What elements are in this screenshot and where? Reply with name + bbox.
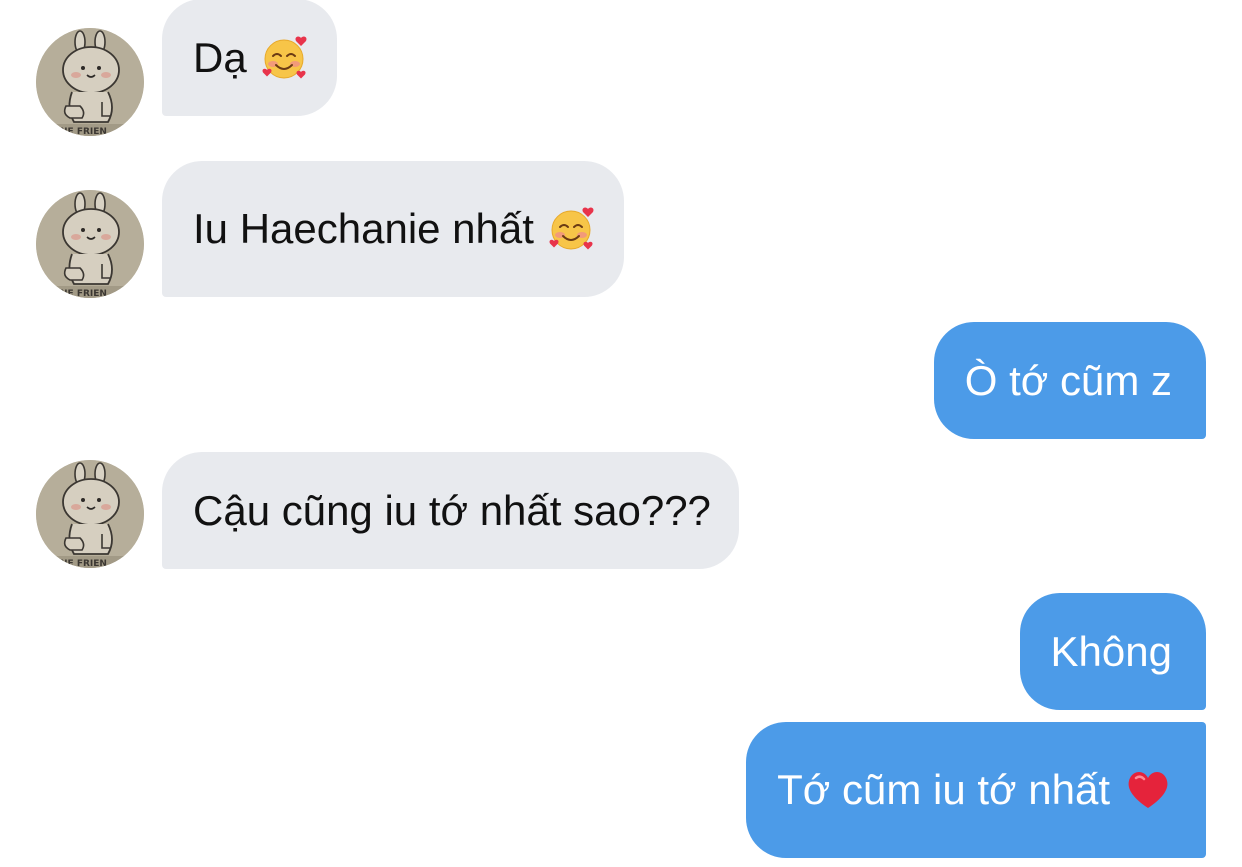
outgoing-message-bubble[interactable]: Ò tớ cũm z <box>933 322 1206 439</box>
message-text: Cậu cũng iu tớ nhất sao??? <box>193 486 711 534</box>
smiling-face-with-hearts-icon <box>548 205 596 253</box>
outgoing-message-bubble[interactable]: Tớ cũm iu tớ nhất <box>746 722 1206 858</box>
bunny-avatar-icon <box>36 460 144 568</box>
smiling-face-with-hearts-icon <box>261 34 309 82</box>
incoming-message-bubble[interactable]: Dạ <box>162 0 337 116</box>
contact-avatar[interactable] <box>36 460 144 568</box>
incoming-message-bubble[interactable]: Cậu cũng iu tớ nhất sao??? <box>162 452 739 569</box>
message-text: Ò tớ cũm z <box>964 356 1172 404</box>
contact-avatar[interactable] <box>36 190 144 298</box>
incoming-message-bubble[interactable]: Iu Haechanie nhất <box>162 161 624 297</box>
message-text: Dạ <box>193 33 247 81</box>
contact-avatar[interactable] <box>36 28 144 136</box>
red-heart-icon <box>1124 766 1172 814</box>
bunny-avatar-icon <box>36 190 144 298</box>
message-text: Không <box>1050 627 1172 675</box>
outgoing-message-bubble[interactable]: Không <box>1019 593 1206 710</box>
bunny-avatar-icon <box>36 28 144 136</box>
message-text: Tớ cũm iu tớ nhất <box>777 766 1110 813</box>
message-text: Iu Haechanie nhất <box>193 205 534 252</box>
